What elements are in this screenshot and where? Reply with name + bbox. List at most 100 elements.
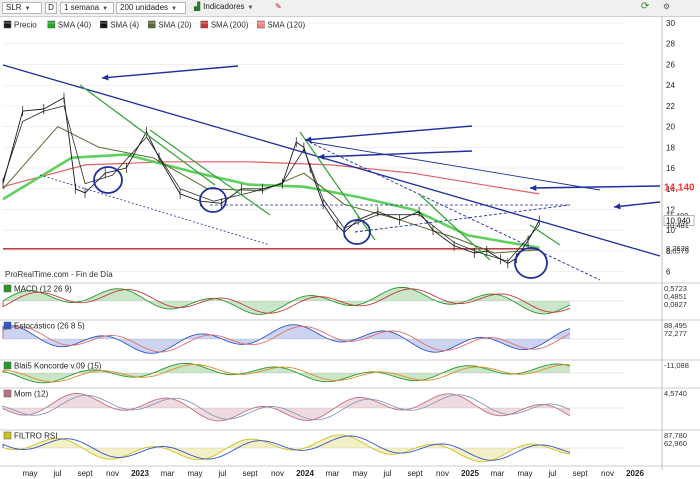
x-tick-label: jul (52, 469, 61, 478)
y-tick-label: 6 (666, 268, 671, 277)
x-tick-label: nov (436, 469, 449, 478)
panel-title: FILTRO RSI (14, 432, 57, 441)
panel-swatch (3, 361, 12, 370)
annotation-arrow-2 (304, 125, 473, 141)
panel-value-label: 62,960 (664, 439, 687, 448)
legend-label: SMA (20) (158, 21, 192, 30)
y-tick-label: 26 (666, 60, 675, 69)
indicators-icon: ▟ (194, 2, 201, 11)
period-selector[interactable]: 1 semana ▼ (60, 2, 114, 14)
panel-estocástico: Estocástico (26 8 5) 88,49572,277 (0, 319, 700, 354)
legend-swatch (99, 20, 108, 29)
y-tick-label: 28 (666, 40, 675, 49)
price-label-alert: 14,140 (664, 182, 695, 193)
x-tick-label: may (517, 469, 532, 478)
panel-title: Blai5 Koncorde v.09 (15) (14, 362, 102, 371)
legend-label: SMA (200) (211, 21, 249, 30)
panel-value-label: 0,0827 (664, 300, 687, 309)
indicator-panels: MACD (12 26 9) 0,57230,48510,0827 Estocást… (0, 282, 700, 463)
highlight-circle-2 (199, 187, 227, 213)
x-tick-label: jul (547, 469, 556, 478)
price-label: 10,481 (666, 221, 689, 230)
units-selector[interactable]: 200 unidades ▼ (116, 2, 186, 14)
legend-label: SMA (120) (267, 21, 305, 30)
panel-filtro: FILTRO RSI 87,78062,960 (0, 429, 700, 463)
trendline-resistance (309, 141, 601, 191)
panel-value-label: -11,088 (664, 361, 689, 370)
y-tick-label: 24 (666, 81, 675, 90)
x-axis: may jul sept nov 2023 mar may jul sept nov 2024 mar… (0, 465, 700, 478)
legend-label: SMA (40) (58, 21, 92, 30)
legend-label: SMA (4) (110, 21, 139, 30)
x-tick-label: sept (77, 469, 93, 478)
legend: Precio SMA (40) SMA (4) SMA (20) SMA (200) SM… (3, 20, 306, 30)
panel-title: MACD (12 26 9) (14, 285, 72, 294)
chevron-down-icon: ▼ (247, 5, 254, 11)
panel-macd: MACD (12 26 9) 0,57230,48510,0827 (0, 282, 700, 315)
x-tick-label: 2024 (296, 469, 314, 478)
x-tick-label: sept (572, 469, 588, 478)
indicators-label: Indicadores (203, 2, 245, 11)
x-tick-label: sept (242, 469, 258, 478)
trendline-dotted-rising (354, 204, 571, 233)
x-tick-label: jul (382, 469, 391, 478)
chevron-down-icon: ▼ (102, 6, 109, 12)
legend-label: Precio (14, 21, 37, 30)
y-tick-label: 18 (666, 143, 675, 152)
highlight-circle-4 (514, 247, 548, 279)
price-label: 8,0579 (666, 246, 689, 255)
x-tick-label: mar (491, 469, 505, 478)
trendline-dotted-descent (304, 139, 601, 281)
x-tick-label: nov (271, 469, 284, 478)
x-tick-label: 2023 (131, 469, 149, 478)
series-sma-4- (2, 105, 540, 262)
x-tick-label: nov (601, 469, 614, 478)
period-label: 1 semana (64, 3, 100, 12)
annotation-arrow-1-head (102, 74, 109, 81)
x-tick-label: nov (106, 469, 119, 478)
chevron-down-icon: ▼ (171, 6, 177, 12)
annotation-arrow-1 (101, 65, 239, 79)
oscillator-area (3, 434, 570, 462)
x-tick-label: sept (407, 469, 423, 478)
x-tick-label: 2026 (626, 469, 644, 478)
oscillator-area (3, 393, 570, 421)
panel-title: Mom (12) (14, 390, 49, 399)
x-tick-label: mar (326, 469, 340, 478)
x-tick-label: jul (217, 469, 226, 478)
y-tick-label: 20 (666, 123, 675, 132)
y-tick-label: 16 (666, 164, 675, 173)
green-trend-c (299, 131, 376, 241)
annotation-arrow-4 (529, 185, 661, 189)
indicators-menu[interactable]: ▟ Indicadores ▼ (191, 2, 267, 14)
series-sma-20- (2, 126, 540, 254)
y-tick-label: 22 (666, 102, 675, 111)
symbol-selector[interactable]: SLR ▼ (2, 2, 42, 14)
panel-blai5: Blai5 Koncorde v.09 (15) -11,088 (0, 359, 700, 384)
legend-swatch (47, 20, 56, 29)
series-sma-40- (2, 153, 540, 250)
panel-title: Estocástico (26 8 5) (14, 322, 85, 331)
symbol-label: SLR (6, 3, 22, 12)
source-label: ProRealTime.com - Fin de Día (5, 270, 113, 279)
drawing-tools-icon[interactable]: ✎ (272, 2, 284, 14)
d-button[interactable]: D (45, 2, 57, 14)
annotation-arrow-5 (613, 201, 661, 208)
legend-swatch (3, 20, 12, 29)
legend-swatch (257, 20, 265, 29)
chart-area[interactable]: Precio SMA (40) SMA (4) SMA (20) SMA (200) SM… (0, 17, 700, 479)
panel-value-label: 72,277 (664, 329, 687, 338)
settings-icon[interactable]: ⚙ (660, 2, 674, 14)
x-tick-label: may (22, 469, 37, 478)
refresh-icon[interactable]: ⟳ (638, 2, 652, 14)
x-tick-label: may (352, 469, 367, 478)
x-tick-label: may (187, 469, 202, 478)
panel-swatch (3, 284, 12, 293)
panel-mom: Mom (12) 4,5740 (0, 387, 700, 422)
x-tick-label: 2025 (461, 469, 479, 478)
green-trend-e (529, 224, 561, 246)
panel-swatch (3, 389, 12, 398)
y-tick-label: 30 (666, 19, 675, 28)
x-tick-label: mar (161, 469, 175, 478)
legend-swatch (148, 20, 156, 29)
